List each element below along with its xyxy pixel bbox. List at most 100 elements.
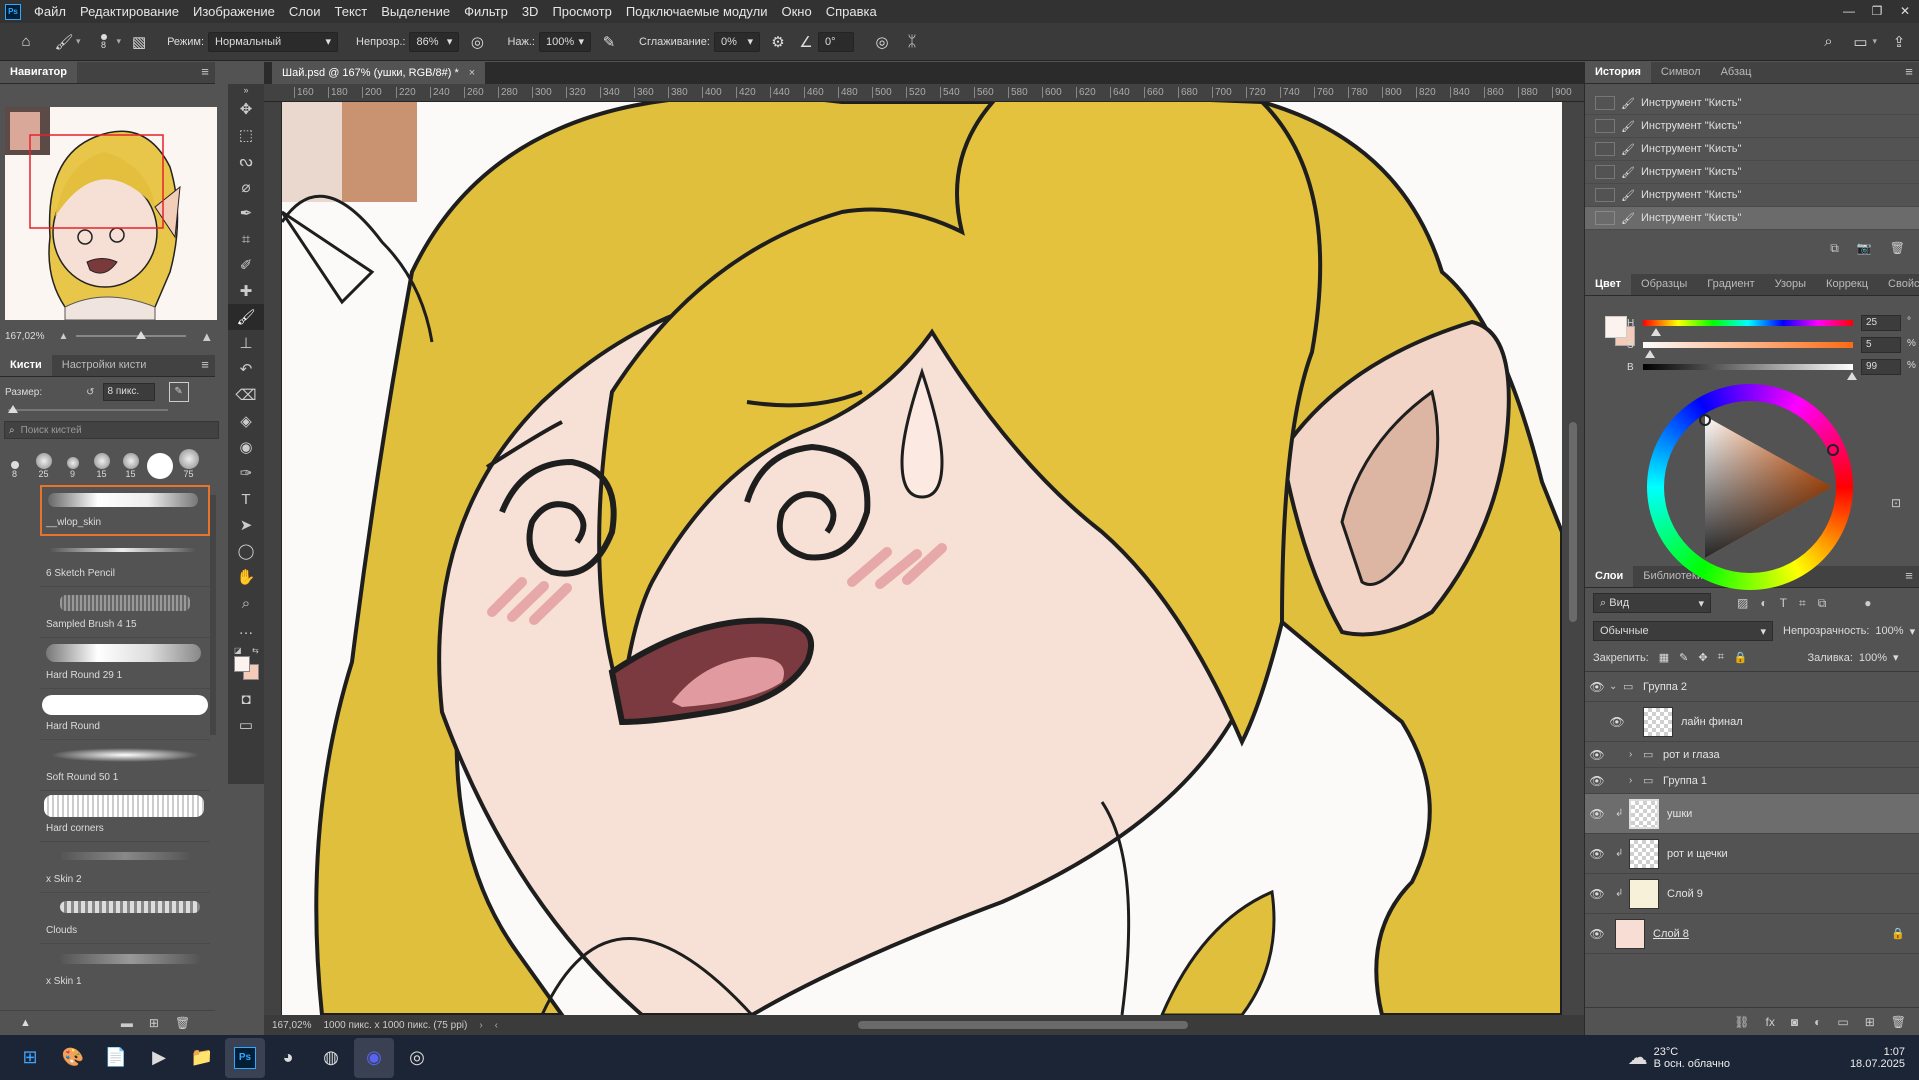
canvas-vertical-scrollbar[interactable] (1562, 102, 1584, 1015)
layer-line-final[interactable]: 👁 лайн финал (1585, 702, 1919, 742)
color-app-icon[interactable]: ◕ (268, 1038, 308, 1078)
smart-object-filter-icon[interactable]: ⧉ (1818, 596, 1827, 611)
restore-icon[interactable]: ❐ (1863, 0, 1891, 23)
brush-item[interactable]: Sampled Brush 4 15 (40, 587, 210, 638)
chevron-down-icon[interactable]: ▾ (117, 36, 122, 47)
brush-item[interactable]: x Skin 2 (40, 842, 210, 893)
trash-icon[interactable]: 🗑 (175, 1016, 190, 1030)
history-snapshot-box[interactable] (1595, 142, 1615, 156)
preset-brush[interactable] (145, 453, 174, 479)
fill-value[interactable]: 100% (1859, 652, 1887, 664)
lock-position-icon[interactable]: ✥ (1698, 651, 1707, 664)
stamp-tool-icon[interactable]: ⊥ (228, 330, 264, 356)
brush-item[interactable]: Clouds (40, 893, 210, 944)
blur-tool-icon[interactable]: ◉ (228, 434, 264, 460)
layer-8[interactable]: 👁 Слой 8 🔒 (1585, 914, 1919, 954)
brush-list-scrollbar[interactable] (210, 495, 216, 735)
layer-filter-select[interactable]: ⌕ Вид ▾ (1593, 593, 1711, 613)
preset-brush[interactable]: 15 (116, 453, 145, 479)
zoom-out-icon[interactable]: ▲ (58, 331, 68, 342)
eye-icon[interactable]: 👁 (1585, 748, 1609, 762)
lock-artboard-icon[interactable]: ⌗ (1718, 651, 1724, 664)
tab-history[interactable]: История (1585, 61, 1651, 83)
eye-icon[interactable]: 👁 (1585, 807, 1609, 821)
eye-icon[interactable]: 👁 (1585, 887, 1609, 901)
screen-mode-icon[interactable]: ▭ (228, 712, 264, 738)
history-item[interactable]: 🖌 Инструмент "Кисть" (1585, 92, 1919, 115)
adjustment-filter-icon[interactable]: ◐ (1760, 596, 1767, 610)
ball-app-icon[interactable]: ◍ (311, 1038, 351, 1078)
color-wheel[interactable] (1647, 384, 1853, 590)
image-filter-icon[interactable]: ▨ (1737, 596, 1748, 610)
marquee-tool-icon[interactable]: ⬚ (228, 122, 264, 148)
healing-tool-icon[interactable]: ✚ (228, 278, 264, 304)
new-layer-icon[interactable]: ⊞ (1865, 1015, 1875, 1029)
photoshop-taskbar-icon[interactable]: Ps (225, 1037, 265, 1078)
tab-layers[interactable]: Слои (1585, 565, 1634, 587)
eye-icon[interactable]: 👁 (1585, 927, 1609, 941)
layer-ears[interactable]: 👁 ↲ ушки (1585, 794, 1919, 834)
path-select-tool-icon[interactable]: ➤ (228, 512, 264, 538)
size-preview-icon[interactable]: ▲ (20, 1017, 31, 1029)
more-tools-icon[interactable]: … (228, 616, 264, 642)
layer-mouth-cheeks[interactable]: 👁 ↲ рот и щечки (1585, 834, 1919, 874)
pressure-size-icon[interactable]: ◎ (870, 30, 894, 54)
eye-icon[interactable]: 👁 (1605, 715, 1629, 729)
brush-search[interactable]: ⌕ Поиск кистей (4, 421, 219, 439)
tab-properties[interactable]: Свойства (1878, 273, 1919, 295)
chevron-down-icon[interactable]: ▾ (1872, 36, 1877, 47)
trash-icon[interactable]: 🗑 (1891, 1015, 1906, 1029)
tab-swatches[interactable]: Образцы (1631, 273, 1697, 295)
menu-help[interactable]: Справка (819, 0, 884, 23)
new-document-from-state-icon[interactable]: ⧉ (1830, 241, 1839, 256)
tab-brush-settings[interactable]: Настройки кисти (52, 354, 157, 376)
opacity-field[interactable]: 86% ▾ (409, 31, 460, 52)
lock-transparency-icon[interactable]: ▦ (1659, 651, 1669, 664)
saturation-value[interactable]: 5 (1861, 337, 1901, 353)
history-snapshot-box[interactable] (1595, 165, 1615, 179)
horizontal-scroll-thumb[interactable] (858, 1021, 1188, 1029)
lock-all-icon[interactable]: 🔒 (1734, 651, 1748, 664)
document-tab[interactable]: Шай.psd @ 167% (ушки, RGB/8#) * × (272, 62, 486, 84)
weather-widget[interactable]: 23°C В осн. облачно (1654, 1046, 1730, 1070)
gear-icon[interactable]: ⚙ (766, 30, 790, 54)
layer-opacity-value[interactable]: 100% (1875, 625, 1903, 637)
chevron-right-icon[interactable]: › (1629, 749, 1643, 760)
navigator-zoom-slider[interactable] (76, 331, 187, 339)
panel-menu-icon[interactable]: ≡ (195, 61, 215, 83)
slider-thumb[interactable] (136, 331, 147, 339)
menu-edit[interactable]: Редактирование (73, 0, 186, 23)
history-brush-tool-icon[interactable]: ↶ (228, 356, 264, 382)
paint-app-icon[interactable]: 🎨 (53, 1038, 93, 1078)
zoom-in-icon[interactable]: ▲ (200, 329, 213, 344)
paint-bucket-tool-icon[interactable]: ◈ (228, 408, 264, 434)
link-layers-icon[interactable]: ⛓ (1734, 1015, 1749, 1029)
menu-plugins[interactable]: Подключаемые модули (619, 0, 775, 23)
mode-select[interactable]: Нормальный ▾ (208, 31, 339, 52)
brush-size-preview[interactable]: 8 (95, 33, 113, 50)
type-filter-icon[interactable]: T (1780, 596, 1787, 610)
brush-item[interactable]: Soft Round 50 1 (40, 740, 210, 791)
pen-select-tool-icon[interactable]: ✒ (228, 200, 264, 226)
layer-group-2[interactable]: 👁 ⌄ ▭ Группа 2 (1585, 672, 1919, 702)
slider-thumb[interactable] (1847, 372, 1857, 380)
reset-icon[interactable]: ↺ (86, 387, 94, 398)
hand-tool-icon[interactable]: ✋ (228, 564, 264, 590)
share-icon[interactable]: ⇪ (1887, 30, 1911, 54)
new-brush-icon[interactable]: ✎ (168, 382, 189, 402)
tab-adjustments[interactable]: Коррекц (1816, 273, 1878, 295)
fx-icon[interactable]: fx (1766, 1015, 1775, 1029)
preset-brush[interactable]: 8 (0, 461, 29, 479)
slider-thumb[interactable] (8, 405, 18, 413)
chevron-down-icon[interactable]: ▾ (76, 36, 81, 47)
chevron-down-icon[interactable]: ▾ (1893, 651, 1899, 664)
menu-select[interactable]: Выделение (374, 0, 457, 23)
history-item[interactable]: 🖌 Инструмент "Кисть" (1585, 161, 1919, 184)
default-colors-icon[interactable]: ◪ (234, 646, 242, 655)
canvas[interactable] (282, 102, 1562, 1015)
menu-view[interactable]: Просмотр (545, 0, 618, 23)
slider-thumb[interactable] (1651, 328, 1661, 336)
new-group-icon[interactable]: ▭ (1837, 1015, 1848, 1029)
notepad-app-icon[interactable]: 📄 (96, 1038, 136, 1078)
tab-brushes[interactable]: Кисти (0, 354, 52, 376)
